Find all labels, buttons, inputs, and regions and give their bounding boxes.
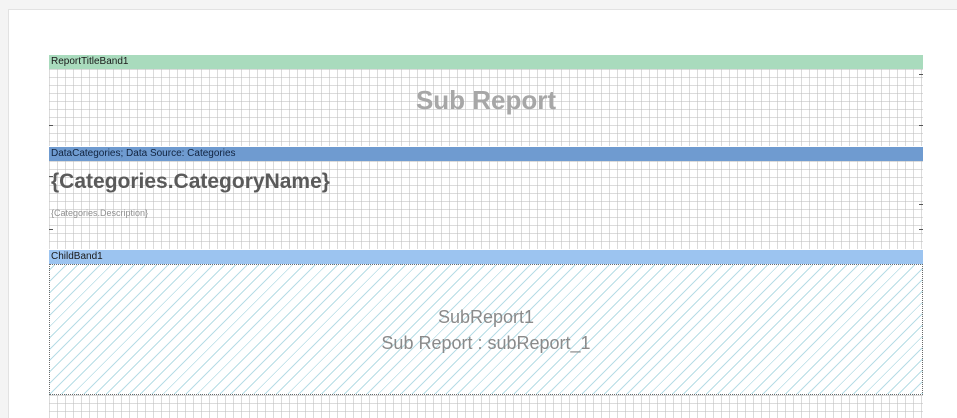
data-band[interactable]: {Categories.CategoryName} {Categories.De… — [49, 161, 923, 249]
band-edge-tick — [919, 229, 923, 230]
subreport-name: SubReport1 — [437, 307, 535, 327]
band-edge-tick — [49, 229, 53, 230]
report-title-band-header[interactable]: ReportTitleBand1 — [49, 55, 923, 69]
band-edge-tick — [919, 125, 923, 126]
subreport-caption: Sub Report : subReport_1 — [381, 333, 591, 353]
child-band-header[interactable]: ChildBand1 — [49, 250, 923, 264]
data-band-label: DataCategories; Data Source: Categories — [51, 148, 236, 159]
subreport-component[interactable]: SubReport1 Sub Report : subReport_1 — [49, 264, 923, 395]
data-band-header[interactable]: DataCategories; Data Source: Categories — [49, 147, 923, 161]
child-band-label: ChildBand1 — [51, 251, 103, 262]
category-description-field[interactable]: {Categories.Description} — [51, 208, 148, 218]
report-title-band-label: ReportTitleBand1 — [51, 56, 129, 67]
child-band-grid — [49, 395, 923, 418]
report-title-band[interactable]: Sub Report — [49, 69, 923, 146]
band-edge-tick — [49, 176, 53, 177]
band-edge-tick — [919, 204, 923, 205]
band-edge-tick — [919, 74, 923, 75]
band-edge-tick — [49, 125, 53, 126]
report-title-text[interactable]: Sub Report — [49, 85, 923, 116]
category-name-field[interactable]: {Categories.CategoryName} — [51, 170, 330, 194]
